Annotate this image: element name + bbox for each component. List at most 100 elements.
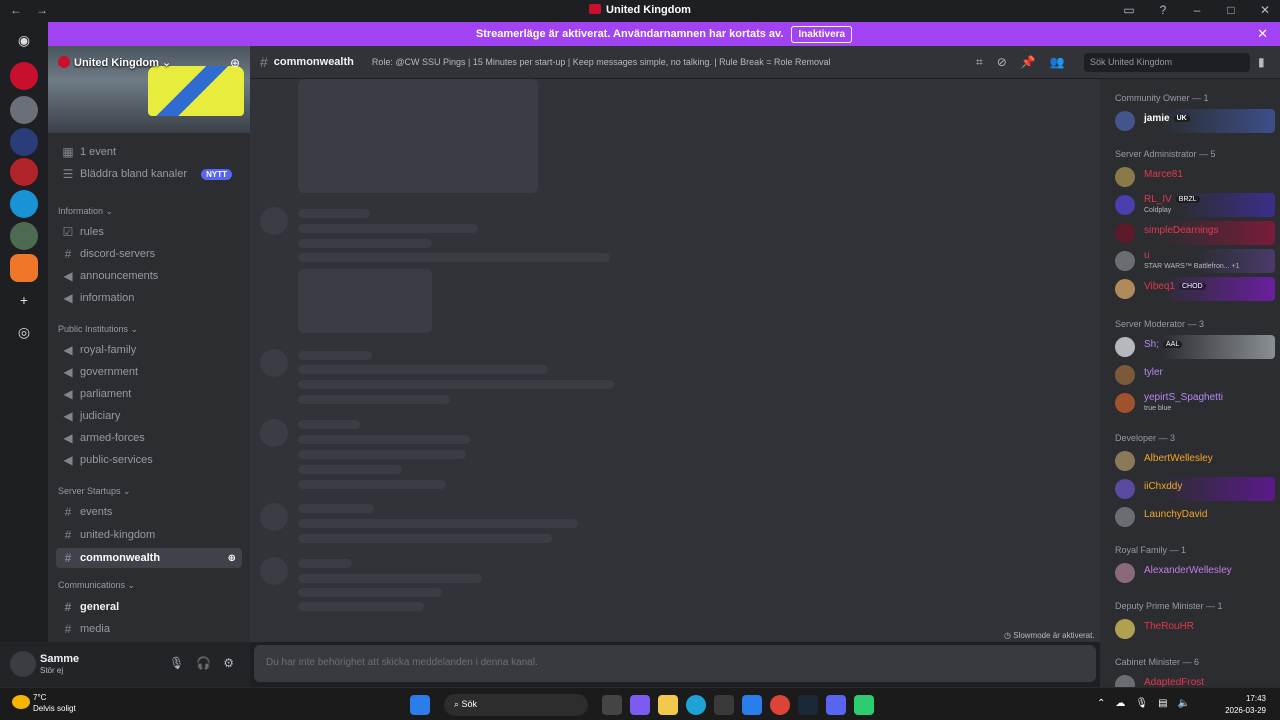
add-server-icon[interactable]: + — [10, 286, 38, 314]
banner-close-icon[interactable]: ✕ — [1257, 26, 1268, 42]
network-icon[interactable]: ▤ — [1158, 698, 1167, 709]
browse-channels-link[interactable]: ☰ Bläddra bland kanaler NYTT — [56, 164, 242, 184]
category-information[interactable]: Information ⌄ — [58, 206, 113, 217]
store-icon[interactable] — [714, 695, 734, 715]
microphone-icon[interactable]: 🎙 — [169, 656, 184, 670]
windows-start-icon[interactable] — [410, 695, 430, 715]
chrome-icon[interactable] — [770, 695, 790, 715]
bell-muted-icon[interactable]: ⊘ — [997, 55, 1007, 70]
person-add-icon[interactable]: ⊕ — [230, 56, 240, 70]
channel-events[interactable]: # events — [56, 502, 242, 522]
member-albert[interactable]: AlbertWellesley — [1113, 449, 1275, 473]
channel-label: events — [80, 506, 113, 518]
megaphone-icon: ◀ — [63, 343, 73, 357]
member-marcel[interactable]: Marce81 — [1113, 165, 1275, 189]
help-button[interactable]: ? — [1156, 3, 1170, 17]
category-server-startups[interactable]: Server Startups ⌄ — [58, 486, 131, 497]
copilot-icon[interactable] — [630, 695, 650, 715]
member-adapted[interactable]: AdaptedFrost — [1113, 673, 1275, 687]
member-alexander[interactable]: AlexanderWellesley — [1113, 561, 1275, 585]
clock[interactable]: 17:43 2026-03-29 — [1225, 693, 1266, 717]
server-icon-crest[interactable] — [10, 128, 38, 156]
cloud-icon[interactable]: ☁ — [1115, 698, 1125, 709]
server-banner[interactable]: United Kingdom ⌄ ⊕ — [48, 46, 250, 133]
channel-public-services[interactable]: ◀ public-services — [56, 450, 242, 470]
category-public-institutions[interactable]: Public Institutions ⌄ — [58, 324, 138, 335]
hash-icon: # — [64, 600, 72, 614]
volume-icon[interactable]: 🔈 — [1178, 698, 1190, 709]
close-button[interactable]: ✕ — [1258, 3, 1272, 17]
category-communications[interactable]: Communications ⌄ — [58, 580, 135, 591]
skeleton-line — [298, 519, 578, 528]
channel-information[interactable]: ◀ information — [56, 288, 242, 308]
member-launchy[interactable]: LaunchyDavid — [1113, 505, 1275, 529]
member-rl-iv[interactable]: RL_IV BRZL Coldplay — [1113, 193, 1275, 217]
channel-topic[interactable]: Role: @CW SSU Pings | 15 Minutes per sta… — [372, 57, 831, 67]
steam-icon[interactable] — [798, 695, 818, 715]
member-simple[interactable]: simpleDearnings — [1113, 221, 1275, 245]
avatar — [1115, 619, 1135, 639]
channel-government[interactable]: ◀ government — [56, 362, 242, 382]
skeleton-line — [298, 480, 446, 489]
channel-armed-forces[interactable]: ◀ armed-forces — [56, 428, 242, 448]
app-icon[interactable] — [854, 695, 874, 715]
member-sh[interactable]: Sh; AAL — [1113, 335, 1275, 359]
events-link[interactable]: ▦ 1 event — [56, 142, 242, 162]
minimize-button[interactable]: – — [1190, 3, 1204, 17]
server-icon-uk[interactable] — [10, 62, 38, 90]
taskbar-apps: ⌕ Sök — [410, 694, 874, 716]
discord-taskbar-icon[interactable] — [826, 695, 846, 715]
member-jamie[interactable]: jamie UK — [1113, 109, 1275, 133]
member-name: yepirtS_Spaghetti — [1144, 392, 1223, 403]
pin-icon[interactable]: 📌 — [1021, 55, 1036, 70]
category-label: Information — [58, 206, 104, 216]
maximize-button[interactable]: □ — [1224, 3, 1238, 17]
member-therou[interactable]: TheRouHR — [1113, 617, 1275, 641]
server-icon-red[interactable] — [10, 158, 38, 186]
headphones-icon[interactable]: 🎧 — [196, 656, 211, 670]
discord-icon[interactable]: ◉ — [10, 26, 38, 54]
inbox-button[interactable]: ▭ — [1122, 3, 1136, 17]
edge-icon[interactable] — [686, 695, 706, 715]
search-input[interactable]: Sök United Kingdom — [1084, 53, 1250, 72]
member-tyler[interactable]: tyler — [1113, 363, 1275, 387]
person-add-icon[interactable]: ⊕ — [228, 553, 236, 564]
taskbar-search[interactable]: ⌕ Sök — [444, 694, 588, 716]
channel-rules[interactable]: ☑ rules — [56, 222, 242, 242]
server-icon-car[interactable] — [10, 96, 38, 124]
channel-judiciary[interactable]: ◀ judiciary — [56, 406, 242, 426]
channel-royal-family[interactable]: ◀ royal-family — [56, 340, 242, 360]
channel-parliament[interactable]: ◀ parliament — [56, 384, 242, 404]
file-explorer-icon[interactable] — [658, 695, 678, 715]
member-vibes[interactable]: Vibeq1 CHOD — [1113, 277, 1275, 301]
member-iichxddy[interactable]: iiChxddy — [1113, 477, 1275, 501]
category-label: Server Startups — [58, 486, 121, 496]
explore-icon[interactable]: ◎ — [10, 318, 38, 346]
server-icon-ds[interactable] — [10, 254, 38, 282]
channel-discord-servers[interactable]: # discord-servers — [56, 244, 242, 264]
member-u[interactable]: u STAR WARS™ Battlefron... +1 — [1113, 249, 1275, 273]
avatar[interactable] — [10, 651, 36, 677]
channel-media[interactable]: # media — [56, 619, 242, 639]
server-icon-green[interactable] — [10, 222, 38, 250]
mail-icon[interactable] — [742, 695, 762, 715]
channel-commonwealth[interactable]: # commonwealth ⊕ — [56, 548, 242, 568]
gear-icon[interactable]: ⚙ — [223, 656, 234, 670]
member-yepirts[interactable]: yepirtS_Spaghetti true blue — [1113, 391, 1275, 415]
threads-icon[interactable]: ⌗ — [976, 55, 983, 70]
bookmark-icon[interactable]: ▮ — [1258, 55, 1265, 69]
username[interactable]: Samme — [40, 653, 79, 665]
channel-announcements[interactable]: ◀ announcements — [56, 266, 242, 286]
members-icon[interactable]: 👥 — [1050, 55, 1065, 70]
task-view-icon[interactable] — [602, 695, 622, 715]
channel-united-kingdom[interactable]: # united-kingdom — [56, 525, 242, 545]
server-name[interactable]: United Kingdom ⌄ — [58, 56, 171, 69]
channel-general[interactable]: # general — [56, 597, 242, 617]
server-icon-blue[interactable] — [10, 190, 38, 218]
deactivate-button[interactable]: Inaktivera — [791, 25, 853, 43]
microphone-icon[interactable]: 🎙 — [1135, 698, 1148, 709]
server-name-text: United Kingdom — [74, 57, 159, 69]
chevron-up-icon[interactable]: ⌃ — [1097, 698, 1105, 709]
avatar — [1115, 251, 1135, 271]
member-name: simpleDearnings — [1144, 225, 1219, 236]
